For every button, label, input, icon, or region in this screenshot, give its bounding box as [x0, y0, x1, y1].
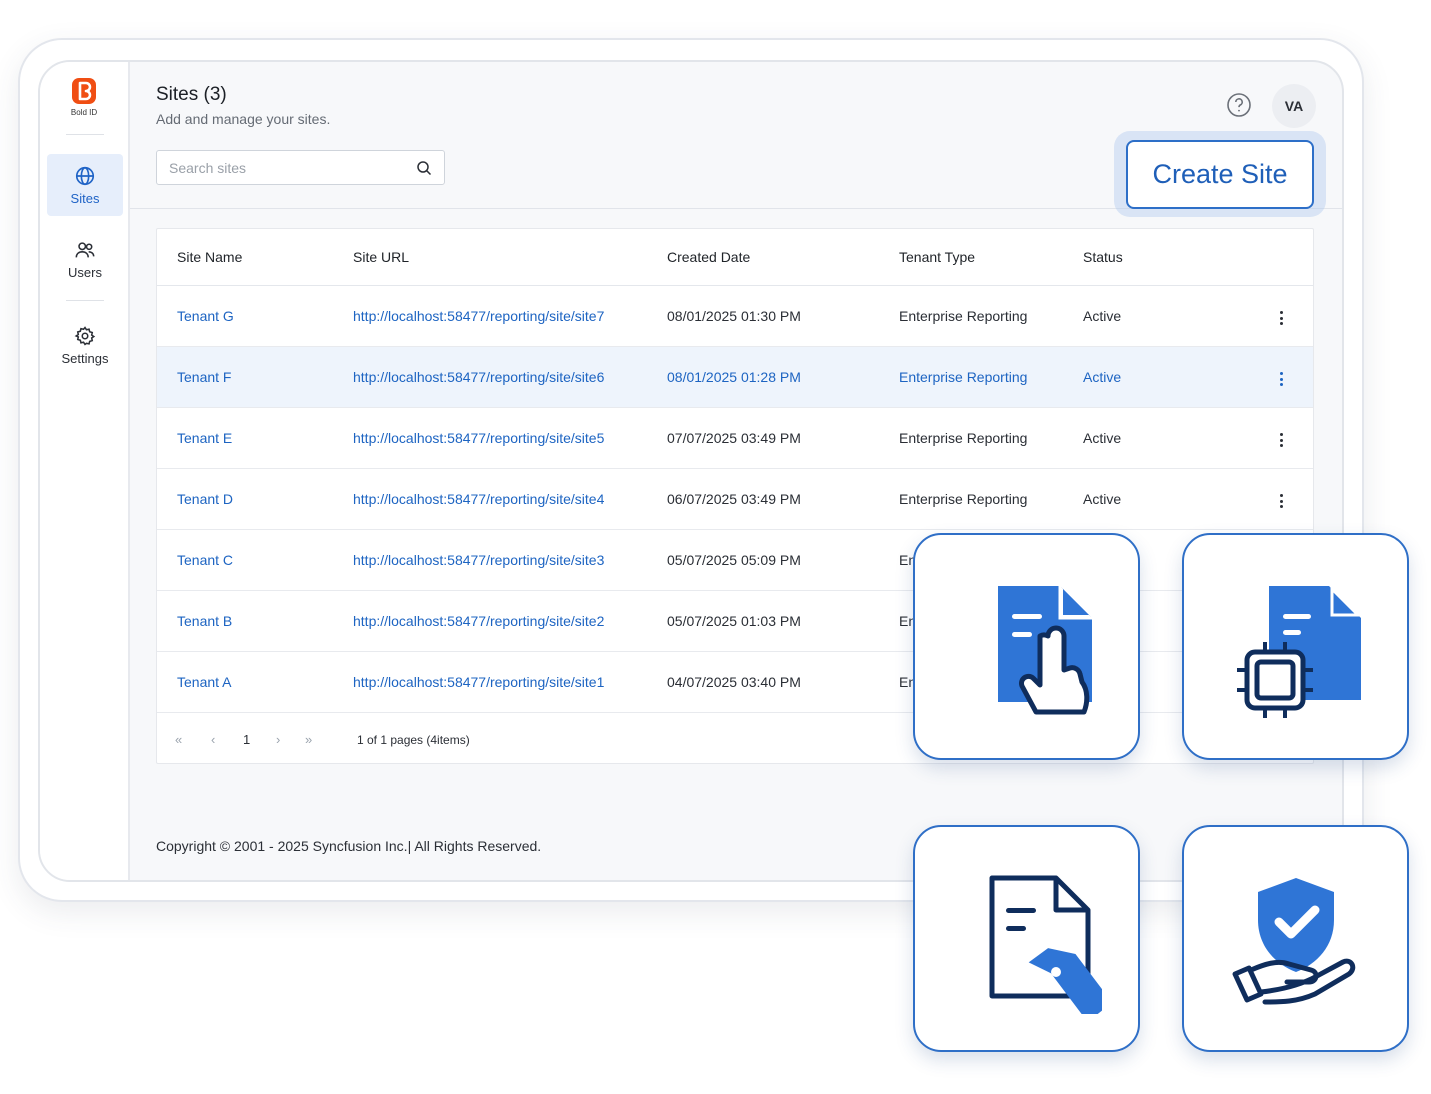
- feature-tile-document-touch: [913, 533, 1140, 760]
- table-row[interactable]: Tenant G http://localhost:58477/reportin…: [157, 286, 1313, 347]
- tenant-type: Enterprise Reporting: [899, 491, 1028, 507]
- site-url-link[interactable]: http://localhost:58477/reporting/site/si…: [353, 613, 604, 629]
- column-header-site-url[interactable]: Site URL: [353, 249, 409, 265]
- site-name-link[interactable]: Tenant C: [177, 552, 233, 568]
- site-name-link[interactable]: Tenant F: [177, 369, 231, 385]
- sidebar-item-label: Settings: [61, 350, 109, 366]
- sites-table: Site Name Site URL Created Date Tenant T…: [156, 228, 1314, 764]
- created-date: 05/07/2025 01:03 PM: [667, 613, 801, 629]
- site-name-link[interactable]: Tenant D: [177, 491, 233, 507]
- tenant-type: Enterprise Reporting: [899, 369, 1028, 385]
- search-input[interactable]: [169, 159, 416, 176]
- row-menu-icon[interactable]: [1273, 430, 1289, 450]
- sidebar-item-users[interactable]: Users: [47, 228, 123, 290]
- first-page-button[interactable]: «: [175, 732, 182, 747]
- table-row[interactable]: Tenant D http://localhost:58477/reportin…: [157, 469, 1313, 530]
- page-subtitle: Add and manage your sites.: [156, 111, 331, 127]
- site-url-link[interactable]: http://localhost:58477/reporting/site/si…: [353, 430, 604, 446]
- created-date: 04/07/2025 03:40 PM: [667, 674, 801, 690]
- row-menu-icon[interactable]: [1273, 308, 1289, 328]
- document-tag-icon: [989, 875, 1102, 1014]
- site-name-link[interactable]: Tenant G: [177, 308, 234, 324]
- feature-tile-shield-hand: [1182, 825, 1409, 1052]
- document-chip-icon: [1236, 584, 1362, 718]
- sidebar: Bold ID Sites Users Settings: [40, 62, 130, 880]
- last-page-button[interactable]: »: [305, 732, 312, 747]
- prev-page-button[interactable]: ‹: [211, 732, 215, 747]
- gear-icon: [74, 325, 96, 346]
- table-row[interactable]: Tenant F http://localhost:58477/reportin…: [157, 347, 1313, 408]
- site-name-link[interactable]: Tenant B: [177, 613, 232, 629]
- globe-icon: [75, 166, 95, 185]
- created-date: 05/07/2025 05:09 PM: [667, 552, 801, 568]
- sidebar-divider: [66, 300, 104, 301]
- help-circle-icon[interactable]: [1226, 92, 1252, 118]
- column-header-created-date[interactable]: Created Date: [667, 249, 750, 265]
- page-number-button[interactable]: 1: [243, 732, 250, 747]
- column-header-tenant-type[interactable]: Tenant Type: [899, 249, 975, 265]
- table-row[interactable]: Tenant E http://localhost:58477/reportin…: [157, 408, 1313, 469]
- users-icon: [75, 241, 95, 257]
- column-header-site-name[interactable]: Site Name: [177, 249, 242, 265]
- site-name-link[interactable]: Tenant E: [177, 430, 232, 446]
- page-title: Sites (3): [156, 84, 227, 105]
- next-page-button[interactable]: ›: [276, 732, 280, 747]
- shield-hand-icon: [1232, 877, 1355, 1004]
- tenant-type: Enterprise Reporting: [899, 308, 1028, 324]
- site-url-link[interactable]: http://localhost:58477/reporting/site/si…: [353, 369, 604, 385]
- created-date: 07/07/2025 03:49 PM: [667, 430, 801, 446]
- sidebar-item-label: Sites: [70, 190, 100, 206]
- site-url-link[interactable]: http://localhost:58477/reporting/site/si…: [353, 552, 604, 568]
- sidebar-item-label: Users: [68, 264, 102, 280]
- bold-id-logo-icon: [72, 78, 96, 104]
- sidebar-divider: [66, 134, 104, 135]
- column-header-status[interactable]: Status: [1083, 249, 1123, 265]
- row-menu-icon[interactable]: [1273, 491, 1289, 511]
- footer-copyright: Copyright © 2001 - 2025 Syncfusion Inc.|…: [156, 838, 542, 854]
- feature-tile-document-tag: [913, 825, 1140, 1052]
- sidebar-item-settings[interactable]: Settings: [47, 314, 123, 376]
- avatar[interactable]: VA: [1272, 84, 1316, 128]
- created-date: 08/01/2025 01:30 PM: [667, 308, 801, 324]
- document-touch-icon: [997, 585, 1092, 714]
- site-url-link[interactable]: http://localhost:58477/reporting/site/si…: [353, 674, 604, 690]
- site-url-link[interactable]: http://localhost:58477/reporting/site/si…: [353, 308, 604, 324]
- brand-name: Bold ID: [70, 108, 98, 117]
- status-text: Active: [1083, 430, 1122, 446]
- tenant-type: Enterprise Reporting: [899, 430, 1028, 446]
- site-name-link[interactable]: Tenant A: [177, 674, 232, 690]
- status-text: Active: [1083, 491, 1122, 507]
- pagination-info: 1 of 1 pages (4items): [357, 733, 470, 747]
- created-date: 06/07/2025 03:49 PM: [667, 491, 801, 507]
- site-url-link[interactable]: http://localhost:58477/reporting/site/si…: [353, 491, 604, 507]
- created-date: 08/01/2025 01:28 PM: [667, 369, 801, 385]
- row-menu-icon[interactable]: [1273, 369, 1289, 389]
- table-header: Site Name Site URL Created Date Tenant T…: [157, 229, 1313, 286]
- feature-tile-document-chip: [1182, 533, 1409, 760]
- create-site-button[interactable]: Create Site: [1126, 140, 1314, 209]
- sidebar-item-sites[interactable]: Sites: [47, 154, 123, 216]
- search-box: [156, 150, 445, 185]
- status-text: Active: [1083, 369, 1122, 385]
- search-icon[interactable]: [416, 160, 432, 176]
- status-text: Active: [1083, 308, 1122, 324]
